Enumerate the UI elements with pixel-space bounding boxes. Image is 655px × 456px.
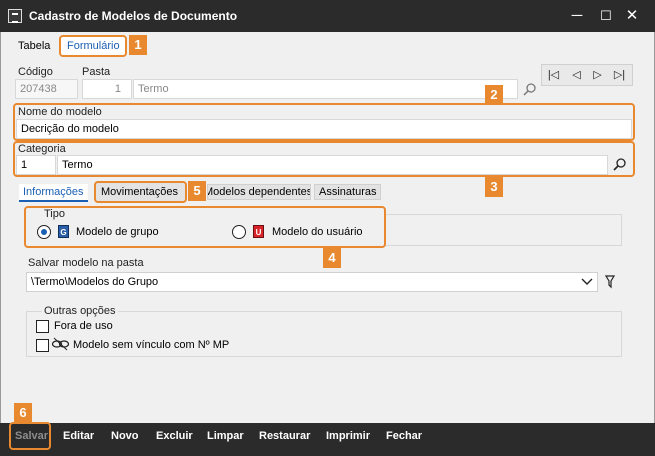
sem-vinculo-checkbox[interactable] — [36, 339, 49, 352]
nome-modelo-label: Nome do modelo — [18, 106, 102, 118]
callout-badge-2: 2 — [485, 85, 503, 105]
title-bar: Cadastro de Modelos de Documento ─ ☐ ✕ — [0, 0, 655, 32]
pasta-search-icon[interactable] — [522, 82, 538, 98]
tab-formulario[interactable]: Formulário — [59, 35, 127, 57]
callout-badge-6: 6 — [14, 403, 32, 423]
next-record-button[interactable]: ▷ — [588, 66, 607, 84]
categoria-label: Categoria — [18, 143, 66, 155]
callout-badge-4: 4 — [323, 248, 341, 268]
maximize-button[interactable]: ☐ — [594, 6, 618, 26]
salvar-button[interactable]: Salvar — [15, 430, 48, 442]
callout-badge-5: 5 — [188, 181, 206, 201]
categoria-code: 1 — [21, 159, 28, 171]
last-record-button[interactable]: ▷| — [610, 66, 629, 84]
callout-badge-1: 1 — [129, 35, 147, 55]
radio-modelo-grupo[interactable] — [37, 225, 51, 239]
subtab-assinaturas[interactable]: Assinaturas — [314, 184, 382, 200]
pasta-number: 1 — [114, 83, 121, 95]
pasta-name: Termo — [138, 83, 169, 95]
categoria-search-icon[interactable] — [612, 157, 628, 173]
close-button[interactable]: ✕ — [620, 6, 644, 26]
codigo-field: 207438 — [15, 79, 78, 99]
nome-modelo-input[interactable]: Decrição do modelo — [16, 119, 632, 139]
fechar-button[interactable]: Fechar — [386, 430, 422, 442]
modelo-usuario-label[interactable]: Modelo do usuário — [272, 226, 363, 238]
subtab-assinaturas-label: Assinaturas — [319, 186, 377, 198]
callout-badge-3: 3 — [485, 177, 503, 197]
modelo-grupo-label[interactable]: Modelo de grupo — [76, 226, 159, 238]
user-model-icon: U — [253, 225, 264, 238]
categoria-name-field: Termo — [57, 155, 608, 175]
editar-button[interactable]: Editar — [63, 430, 94, 442]
subtab-movimentacoes[interactable]: Movimentações — [94, 181, 187, 203]
unlink-chain-icon — [51, 337, 71, 351]
novo-button[interactable]: Novo — [111, 430, 139, 442]
tab-tabela-label: Tabela — [18, 40, 51, 52]
chevron-down-icon — [581, 277, 593, 290]
folder-picker-icon[interactable] — [604, 274, 616, 290]
subtab-movimentacoes-label: Movimentações — [101, 186, 179, 198]
nome-modelo-value: Decrição do modelo — [21, 123, 119, 135]
imprimir-button[interactable]: Imprimir — [326, 430, 370, 442]
subtab-informacoes[interactable]: Informações — [19, 184, 88, 202]
subtab-modelos-dependentes[interactable]: Modelos dependentes — [207, 184, 311, 200]
tipo-label: Tipo — [42, 208, 67, 220]
tab-formulario-label: Formulário — [67, 40, 120, 52]
outras-opcoes-label: Outras opções — [42, 305, 118, 317]
pasta-number-field[interactable]: 1 — [82, 79, 132, 99]
categoria-name: Termo — [62, 159, 93, 171]
restaurar-button[interactable]: Restaurar — [259, 430, 310, 442]
salvar-pasta-select[interactable]: \Termo\Modelos do Grupo — [26, 272, 598, 292]
excluir-button[interactable]: Excluir — [156, 430, 193, 442]
prev-record-button[interactable]: ◁ — [567, 66, 586, 84]
tab-tabela[interactable]: Tabela — [18, 40, 50, 52]
sem-vinculo-label[interactable]: Modelo sem vínculo com Nº MP — [73, 339, 229, 351]
limpar-button[interactable]: Limpar — [207, 430, 244, 442]
codigo-label: Código — [18, 66, 53, 78]
salvar-pasta-value: \Termo\Modelos do Grupo — [31, 276, 159, 288]
fora-de-uso-label[interactable]: Fora de uso — [54, 320, 113, 332]
first-record-button[interactable]: |◁ — [544, 66, 563, 84]
subtab-modelos-dependentes-label: Modelos dependentes — [207, 186, 311, 198]
minimize-button[interactable]: ─ — [565, 6, 589, 26]
subtab-informacoes-label: Informações — [23, 186, 84, 198]
categoria-code-input[interactable]: 1 — [16, 155, 56, 175]
group-model-icon: G — [58, 225, 69, 238]
salvar-pasta-label: Salvar modelo na pasta — [28, 257, 144, 269]
radio-modelo-usuario[interactable] — [232, 225, 246, 239]
pasta-name-field: Termo — [133, 79, 518, 99]
pasta-label: Pasta — [82, 66, 111, 78]
codigo-value: 207438 — [20, 83, 57, 95]
app-icon — [8, 9, 22, 23]
window-title: Cadastro de Modelos de Documento — [29, 9, 238, 23]
fora-de-uso-checkbox[interactable] — [36, 320, 49, 333]
